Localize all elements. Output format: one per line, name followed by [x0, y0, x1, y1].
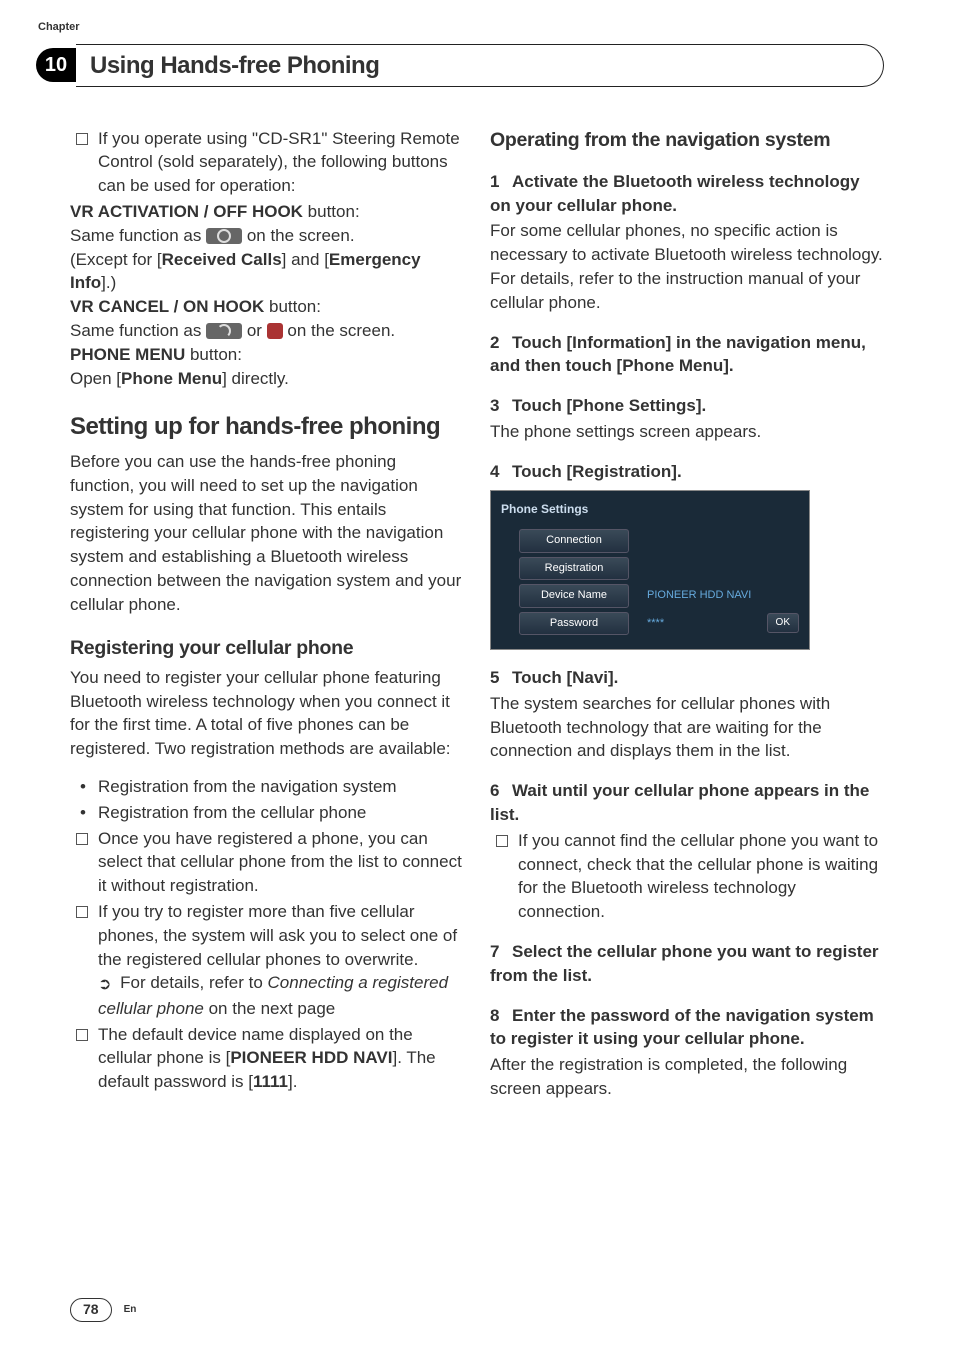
step-3: 3Touch [Phone Settings]. [490, 394, 884, 418]
button-desc: VR CANCEL / ON HOOK button: [70, 295, 464, 319]
list-item: If you operate using "CD-SR1" Steering R… [70, 127, 464, 198]
language-code: En [124, 1303, 137, 1317]
vr-on-hook-label: VR CANCEL / ON HOOK [70, 297, 264, 316]
screenshot-password-value: **** [647, 616, 767, 631]
list-item: Registration from the cellular phone [70, 801, 464, 825]
onhook-icon [206, 323, 242, 339]
step-1: 1Activate the Bluetooth wireless technol… [490, 170, 884, 218]
heading-registering: Registering your cellular phone [70, 635, 464, 662]
left-column: If you operate using "CD-SR1" Steering R… [70, 127, 464, 1101]
step-2: 2Touch [Information] in the navigation m… [490, 331, 884, 379]
screenshot-ok-button: OK [767, 613, 799, 633]
step-5-body: The system searches for cellular phones … [490, 692, 884, 763]
step-7: 7Select the cellular phone you want to r… [490, 940, 884, 988]
reference-icon: ➲ [98, 974, 111, 996]
step-5: 5Touch [Navi]. [490, 666, 884, 690]
button-desc: VR ACTIVATION / OFF HOOK button: [70, 200, 464, 224]
list-item: Registration from the navigation system [70, 775, 464, 799]
phone-menu-label: PHONE MENU [70, 345, 185, 364]
right-column: Operating from the navigation system 1Ac… [490, 127, 884, 1101]
step-4: 4Touch [Registration]. [490, 460, 884, 484]
step-8-body: After the registration is completed, the… [490, 1053, 884, 1101]
button-desc-line: Same function as on the screen. [70, 224, 464, 248]
screenshot-title: Phone Settings [501, 501, 799, 518]
hangup-icon [267, 323, 283, 339]
step-8: 8Enter the password of the navigation sy… [490, 1004, 884, 1052]
screenshot-registration-button: Registration [519, 557, 629, 580]
list-item: If you try to register more than five ce… [70, 900, 464, 1021]
setup-paragraph: Before you can use the hands-free phonin… [70, 450, 464, 617]
screenshot-device-name-value: PIONEER HDD NAVI [647, 588, 799, 603]
page-number: 78 [70, 1298, 112, 1322]
step-1-body: For some cellular phones, no specific ac… [490, 219, 884, 314]
list-item: The default device name displayed on the… [70, 1023, 464, 1094]
vr-off-hook-label: VR ACTIVATION / OFF HOOK [70, 202, 303, 221]
list-item: If you cannot find the cellular phone yo… [490, 829, 884, 924]
phone-settings-screenshot: Phone Settings Connection Registration D… [490, 490, 810, 650]
open-menu-line: Open [Phone Menu] directly. [70, 367, 464, 391]
offhook-icon [206, 228, 242, 244]
page-footer: 78 En [70, 1298, 136, 1322]
chapter-title-wrap: Using Hands-free Phoning [76, 44, 884, 87]
button-desc: PHONE MENU button: [70, 343, 464, 367]
registering-paragraph: You need to register your cellular phone… [70, 666, 464, 761]
except-line: (Except for [Received Calls] and [Emerge… [70, 248, 464, 296]
step-3-body: The phone settings screen appears. [490, 420, 884, 444]
screenshot-connection-button: Connection [519, 529, 629, 552]
screenshot-device-name-button: Device Name [519, 584, 629, 607]
button-desc-line: Same function as or on the screen. [70, 319, 464, 343]
heading-setup: Setting up for hands-free phoning [70, 410, 464, 444]
chapter-number-badge: 10 [36, 48, 76, 82]
list-item: Once you have registered a phone, you ca… [70, 827, 464, 898]
chapter-label: Chapter [38, 20, 80, 35]
screenshot-password-button: Password [519, 612, 629, 635]
chapter-title: Using Hands-free Phoning [90, 49, 867, 83]
heading-operating: Operating from the navigation system [490, 127, 884, 154]
step-6: 6Wait until your cellular phone appears … [490, 779, 884, 827]
